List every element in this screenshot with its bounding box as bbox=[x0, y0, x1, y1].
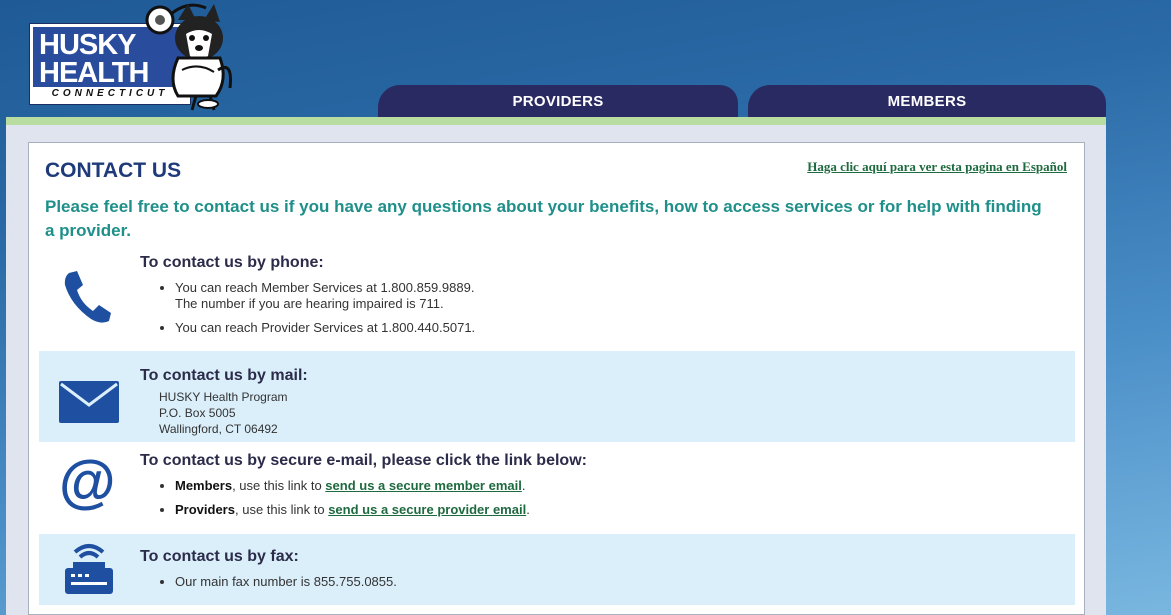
spanish-version-link[interactable]: Haga clic aquí para ver esta pagina en E… bbox=[807, 159, 1067, 175]
list-item: Members, use this link to send us a secu… bbox=[175, 478, 530, 494]
fax-number-text: Our main fax number is 855.755.0855. bbox=[175, 574, 397, 589]
fax-machine-icon bbox=[65, 544, 113, 594]
address-line-3: Wallingford, CT 06492 bbox=[159, 422, 278, 436]
husky-health-logo[interactable]: HUSKY HEALTH CONNECTICUT bbox=[30, 0, 235, 112]
period: . bbox=[521, 478, 526, 493]
fax-list: Our main fax number is 855.755.0855. bbox=[155, 574, 397, 598]
logo-text-health: HEALTH bbox=[39, 57, 149, 89]
provider-services-phone-text: You can reach Provider Services at 1.800… bbox=[175, 320, 476, 335]
email-section-title: To contact us by secure e-mail, please c… bbox=[140, 452, 587, 469]
email-list: Members, use this link to send us a secu… bbox=[155, 478, 530, 526]
page-title: CONTACT US bbox=[45, 159, 182, 182]
fax-section: To contact us by fax: Our main fax numbe… bbox=[39, 534, 1075, 605]
list-item: You can reach Member Services at 1.800.8… bbox=[175, 280, 475, 312]
period: . bbox=[526, 502, 530, 517]
providers-text: , use this link to bbox=[234, 502, 329, 517]
list-item: You can reach Provider Services at 1.800… bbox=[175, 320, 475, 336]
main-content: CONTACT US Haga clic aquí para ver esta … bbox=[28, 142, 1085, 615]
address-line-1: HUSKY Health Program bbox=[159, 390, 288, 404]
member-services-phone-text: You can reach Member Services at 1.800.8… bbox=[175, 280, 475, 295]
list-item: Our main fax number is 855.755.0855. bbox=[175, 574, 397, 590]
members-text: , use this link to bbox=[232, 478, 326, 493]
phone-list: You can reach Member Services at 1.800.8… bbox=[155, 280, 475, 344]
phone-icon bbox=[64, 271, 111, 323]
tab-members[interactable]: MEMBERS bbox=[748, 85, 1106, 118]
mailing-address: HUSKY Health Program P.O. Box 5005 Walli… bbox=[159, 389, 288, 437]
phone-section: To contact us by phone: You can reach Me… bbox=[39, 251, 1075, 351]
provider-email-link[interactable]: send us a secure provider email bbox=[328, 502, 526, 517]
envelope-icon bbox=[59, 381, 119, 423]
hearing-impaired-text: The number if you are hearing impaired i… bbox=[175, 296, 444, 311]
mail-section-title: To contact us by mail: bbox=[140, 367, 308, 384]
list-item: Providers, use this link to send us a se… bbox=[175, 502, 530, 518]
green-divider-bar bbox=[6, 117, 1106, 125]
phone-section-title: To contact us by phone: bbox=[140, 254, 324, 271]
fax-section-title: To contact us by fax: bbox=[140, 548, 299, 565]
members-label: Members bbox=[175, 478, 233, 493]
mail-section: To contact us by mail: HUSKY Health Prog… bbox=[39, 351, 1075, 442]
providers-label: Providers bbox=[175, 502, 235, 517]
member-email-link[interactable]: send us a secure member email bbox=[325, 478, 522, 493]
tab-providers[interactable]: PROVIDERS bbox=[378, 85, 738, 118]
at-sign-icon: @ bbox=[59, 449, 116, 514]
husky-dog-mascot-icon bbox=[145, 3, 232, 111]
intro-text: Please feel free to contact us if you ha… bbox=[45, 197, 1042, 240]
email-section: @ To contact us by secure e-mail, please… bbox=[39, 442, 1075, 534]
logo-text-husky: HUSKY bbox=[39, 29, 137, 61]
address-line-2: P.O. Box 5005 bbox=[159, 406, 236, 420]
